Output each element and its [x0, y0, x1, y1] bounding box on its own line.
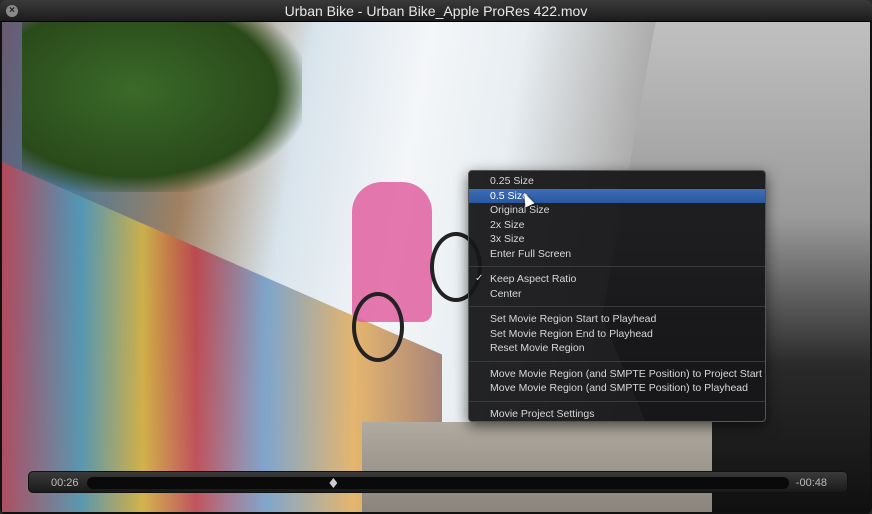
menu-item-label: Center	[490, 287, 522, 300]
scrubber-track[interactable]	[87, 477, 789, 489]
window-title: Urban Bike - Urban Bike_Apple ProRes 422…	[284, 3, 588, 19]
menu-item-label: Set Movie Region End to Playhead	[490, 327, 653, 340]
close-button[interactable]: ×	[6, 5, 18, 17]
elapsed-time: 00:26	[51, 477, 79, 489]
checkmark-icon: ✓	[475, 273, 484, 284]
menu-item[interactable]: Movie Project Settings	[469, 407, 765, 422]
menu-item[interactable]: Set Movie Region End to Playhead	[469, 327, 765, 342]
menu-item-label: Move Movie Region (and SMPTE Position) t…	[490, 367, 762, 380]
playback-controls: 00:26 -00:48	[28, 471, 848, 493]
menu-item[interactable]: Move Movie Region (and SMPTE Position) t…	[469, 381, 765, 396]
menu-item-label: 3x Size	[490, 233, 525, 245]
menu-item-label: Enter Full Screen	[490, 247, 572, 260]
menu-item-label: Reset Movie Region	[490, 342, 585, 354]
menu-item[interactable]: Center	[469, 287, 765, 302]
video-ground	[362, 422, 712, 512]
menu-separator	[469, 400, 765, 402]
title-bar: × Urban Bike - Urban Bike_Apple ProRes 4…	[0, 0, 872, 22]
menu-item[interactable]: 2x Size	[469, 218, 765, 233]
menu-item[interactable]: Reset Movie Region	[469, 341, 765, 356]
menu-item-label: Move Movie Region (and SMPTE Position) t…	[490, 382, 748, 394]
menu-item[interactable]: 0.5 Size	[469, 188, 765, 203]
menu-separator	[469, 360, 765, 362]
movie-window: × Urban Bike - Urban Bike_Apple ProRes 4…	[0, 0, 872, 514]
playhead-handle[interactable]	[329, 478, 338, 488]
context-menu: 0.25 Size 0.5 Size Original Size 2x Size 3x …	[468, 170, 766, 422]
menu-item[interactable]: Enter Full Screen	[469, 247, 765, 262]
menu-item-label: Keep Aspect Ratio	[490, 273, 577, 285]
menu-item-label: Set Movie Region Start to Playhead	[490, 313, 657, 325]
remaining-time: -00:48	[795, 477, 827, 489]
menu-item[interactable]: Original Size	[469, 203, 765, 218]
menu-item-label: Movie Project Settings	[490, 407, 595, 420]
menu-separator	[469, 306, 765, 307]
menu-item-label: Original Size	[490, 204, 550, 216]
menu-item[interactable]: Move Movie Region (and SMPTE Position) t…	[469, 367, 765, 382]
menu-item[interactable]: 0.25 Size	[469, 174, 765, 189]
menu-item[interactable]: ✓ Keep Aspect Ratio	[469, 272, 765, 287]
menu-item-label: 2x Size	[490, 218, 525, 231]
menu-separator	[469, 266, 765, 267]
video-tree	[22, 22, 302, 192]
menu-item-label: 0.25 Size	[490, 175, 534, 187]
menu-item[interactable]: Set Movie Region Start to Playhead	[469, 312, 765, 327]
menu-item[interactable]: 3x Size	[469, 232, 765, 247]
video-wheel	[352, 292, 404, 362]
